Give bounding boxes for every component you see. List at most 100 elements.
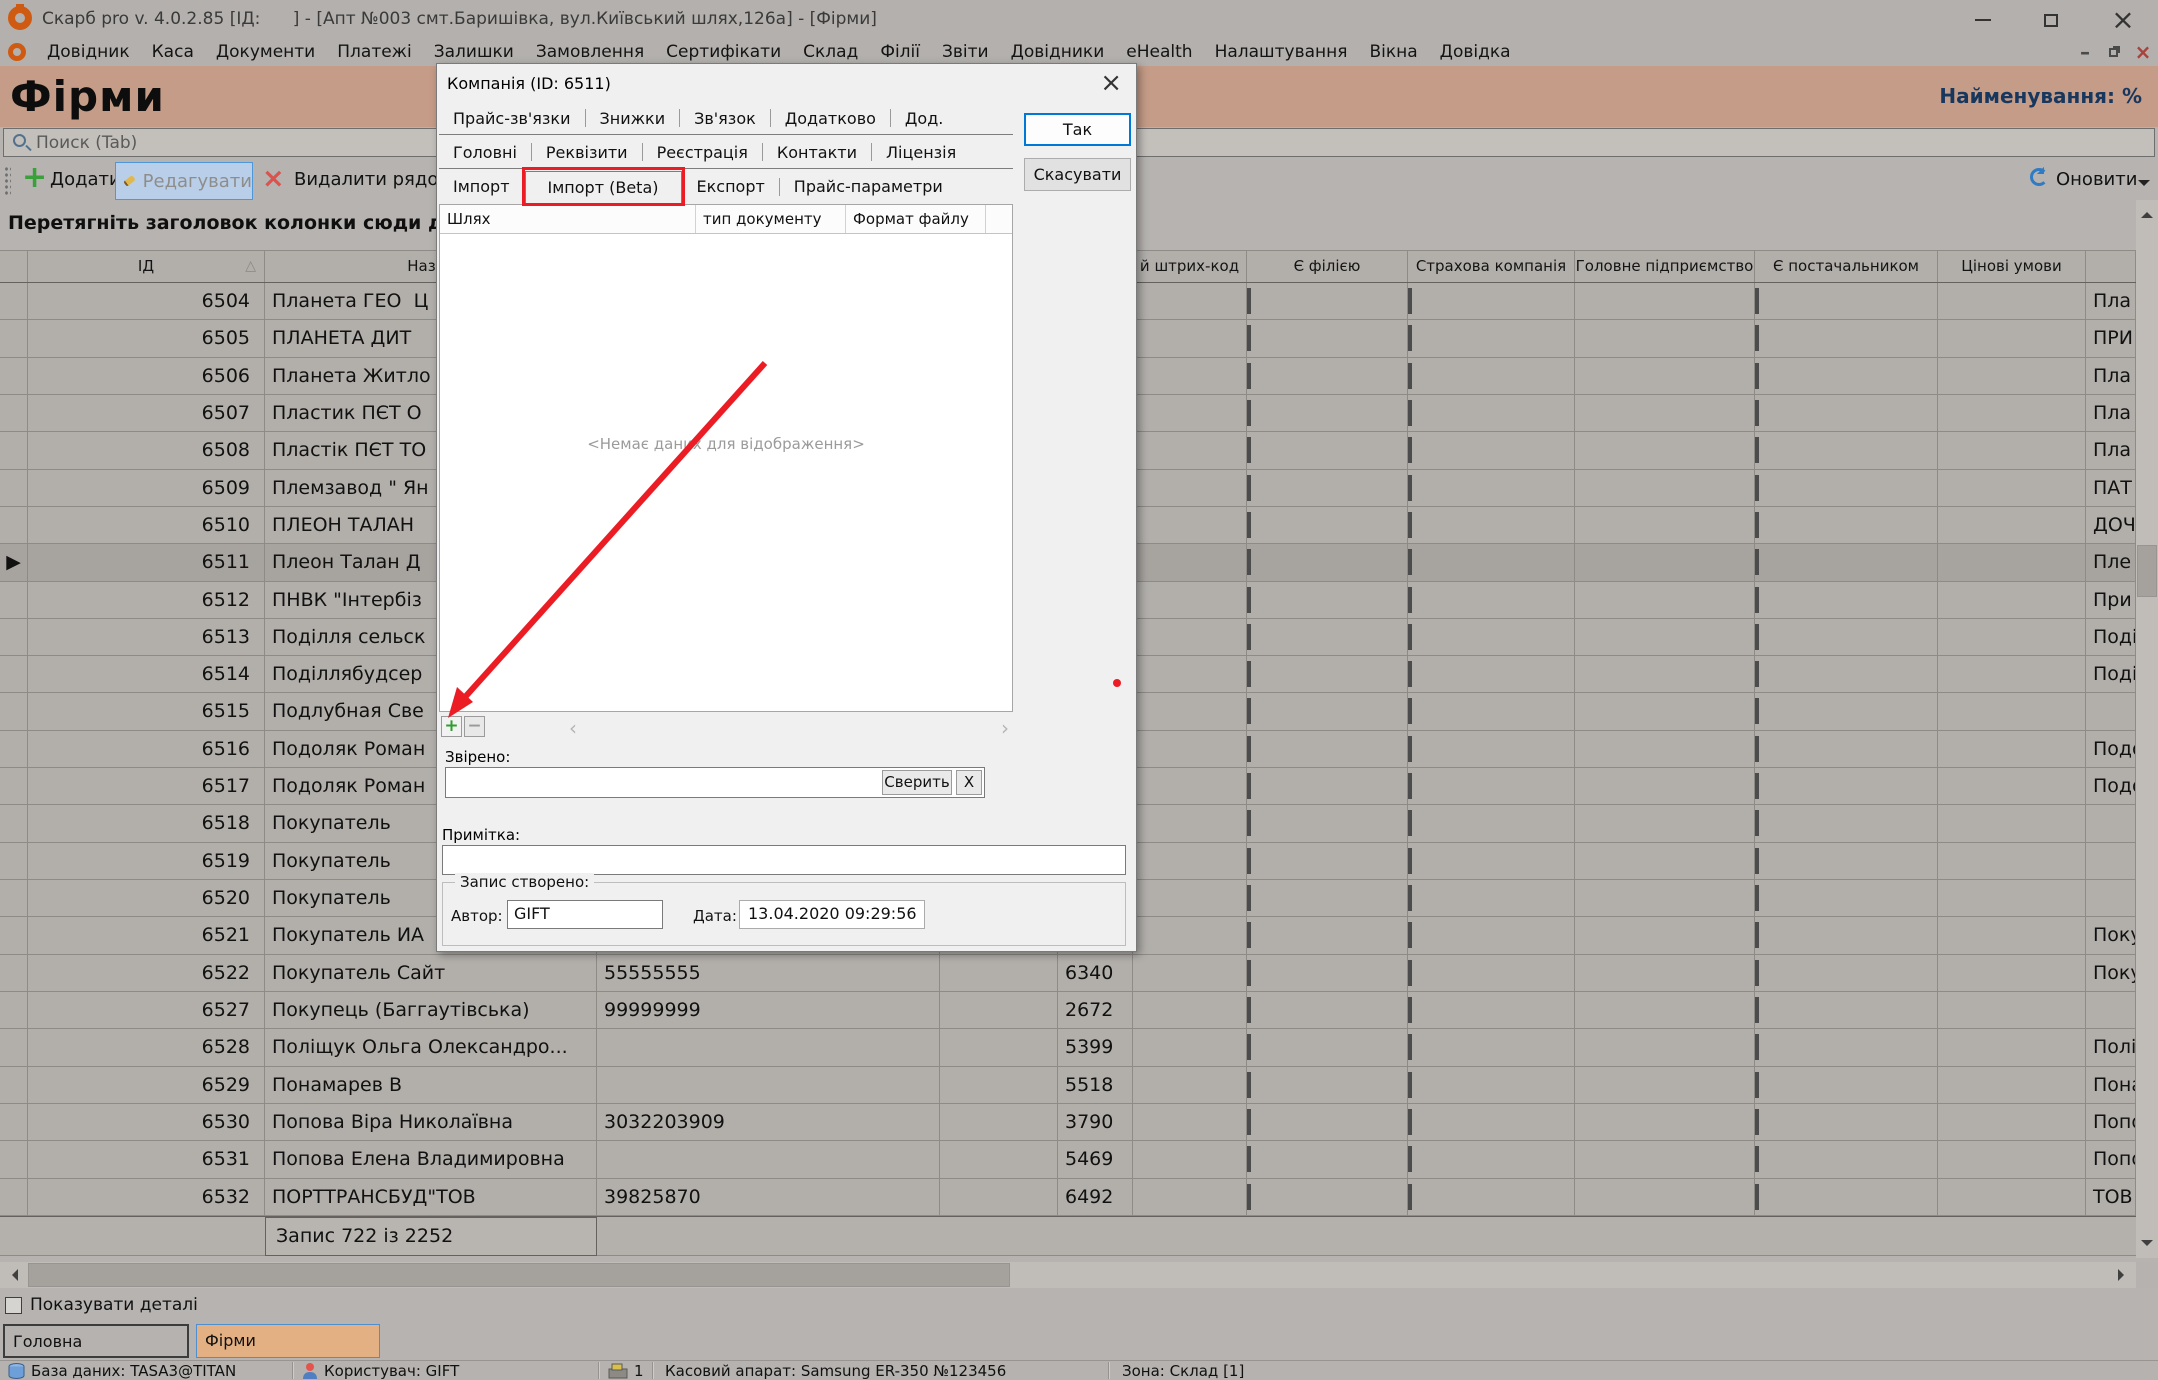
is-supplier-checkbox[interactable] [1755, 288, 1759, 314]
is-supplier-checkbox[interactable] [1755, 1184, 1759, 1210]
is-branch-checkbox[interactable] [1247, 1184, 1251, 1210]
is-supplier-checkbox[interactable] [1755, 475, 1759, 501]
insurance-checkbox[interactable] [1408, 437, 1412, 463]
show-details-checkbox[interactable] [5, 1297, 22, 1314]
insurance-checkbox[interactable] [1408, 363, 1412, 389]
date-input[interactable]: 13.04.2020 09:29:56 [739, 900, 925, 929]
tab-price-links[interactable]: Прайс-зв'язки [439, 104, 585, 133]
menu-dovidka[interactable]: Довідка [1429, 42, 1522, 62]
is-branch-checkbox[interactable] [1247, 848, 1251, 874]
author-input[interactable]: GIFT [507, 900, 663, 929]
insurance-checkbox[interactable] [1408, 997, 1412, 1023]
is-supplier-checkbox[interactable] [1755, 400, 1759, 426]
is-supplier-checkbox[interactable] [1755, 1109, 1759, 1135]
menu-dovidnyk[interactable]: Довідник [36, 42, 141, 62]
menu-zamovlennia[interactable]: Замовлення [525, 42, 655, 62]
is-supplier-checkbox[interactable] [1755, 698, 1759, 724]
is-branch-checkbox[interactable] [1247, 960, 1251, 986]
delete-row-button[interactable]: Видалити рядок [294, 169, 449, 190]
menu-sertyfikaty[interactable]: Сертифікати [655, 42, 792, 62]
insurance-checkbox[interactable] [1408, 512, 1412, 538]
insurance-checkbox[interactable] [1408, 885, 1412, 911]
tab-requisites[interactable]: Реквізити [532, 138, 642, 167]
menu-vikna[interactable]: Вікна [1358, 42, 1428, 62]
is-branch-checkbox[interactable] [1247, 624, 1251, 650]
tab-main-info[interactable]: Головні [439, 138, 531, 167]
menu-nalashtuvannia[interactable]: Налаштування [1204, 42, 1359, 62]
vertical-scroll-thumb[interactable] [2137, 545, 2157, 597]
is-branch-checkbox[interactable] [1247, 549, 1251, 575]
is-supplier-checkbox[interactable] [1755, 810, 1759, 836]
nav-next-icon[interactable]: › [1001, 716, 1009, 740]
header-is-branch[interactable]: Є філією [1247, 251, 1408, 282]
is-branch-checkbox[interactable] [1247, 587, 1251, 613]
column-doc-type[interactable]: тип документу [696, 205, 846, 233]
is-supplier-checkbox[interactable] [1755, 848, 1759, 874]
is-supplier-checkbox[interactable] [1755, 512, 1759, 538]
is-supplier-checkbox[interactable] [1755, 773, 1759, 799]
is-branch-checkbox[interactable] [1247, 1109, 1251, 1135]
is-branch-checkbox[interactable] [1247, 325, 1251, 351]
remove-row-button[interactable]: − [464, 716, 485, 737]
insurance-checkbox[interactable] [1408, 848, 1412, 874]
is-branch-checkbox[interactable] [1247, 698, 1251, 724]
is-supplier-checkbox[interactable] [1755, 922, 1759, 948]
is-supplier-checkbox[interactable] [1755, 997, 1759, 1023]
is-branch-checkbox[interactable] [1247, 437, 1251, 463]
edit-button[interactable]: Редагувати [115, 162, 253, 200]
insurance-checkbox[interactable] [1408, 549, 1412, 575]
insurance-checkbox[interactable] [1408, 922, 1412, 948]
is-branch-checkbox[interactable] [1247, 288, 1251, 314]
insurance-checkbox[interactable] [1408, 960, 1412, 986]
scroll-right-icon[interactable] [2112, 1263, 2136, 1287]
child-minimize-button[interactable]: – [2072, 42, 2098, 62]
header-id[interactable]: ІД△ [28, 251, 265, 282]
insurance-checkbox[interactable] [1408, 587, 1412, 613]
nav-prev-icon[interactable]: ‹ [569, 716, 577, 740]
child-restore-button[interactable] [2100, 42, 2126, 62]
header-insurance[interactable]: Страхова компанія [1408, 251, 1575, 282]
is-branch-checkbox[interactable] [1247, 922, 1251, 948]
insurance-checkbox[interactable] [1408, 475, 1412, 501]
insurance-checkbox[interactable] [1408, 288, 1412, 314]
cancel-button[interactable]: Скасувати [1024, 158, 1131, 191]
insurance-checkbox[interactable] [1408, 773, 1412, 799]
tab-contacts[interactable]: Контакти [763, 138, 871, 167]
is-supplier-checkbox[interactable] [1755, 587, 1759, 613]
menu-dokumenty[interactable]: Документи [205, 42, 326, 62]
note-input[interactable] [442, 845, 1126, 875]
horizontal-scroll-thumb[interactable] [28, 1263, 1010, 1287]
scroll-up-icon[interactable] [2135, 200, 2158, 224]
insurance-checkbox[interactable] [1408, 1146, 1412, 1172]
is-branch-checkbox[interactable] [1247, 1034, 1251, 1060]
table-row[interactable]: 6529 Понамарев В 5518 Пона [0, 1067, 2136, 1104]
menu-zalyshky[interactable]: Залишки [423, 42, 525, 62]
tab-registration[interactable]: Реєстрація [643, 138, 762, 167]
menu-platezhi[interactable]: Платежі [326, 42, 422, 62]
minimize-button[interactable] [1966, 8, 2000, 32]
maximize-button[interactable] [2034, 8, 2068, 32]
is-supplier-checkbox[interactable] [1755, 736, 1759, 762]
insurance-checkbox[interactable] [1408, 624, 1412, 650]
insurance-checkbox[interactable] [1408, 698, 1412, 724]
tab-export[interactable]: Експорт [683, 172, 779, 201]
dialog-close-icon[interactable]: × [1100, 68, 1122, 98]
scroll-left-icon[interactable] [0, 1263, 24, 1287]
table-row[interactable]: 6530 Попова Віра Николаївна 3032203909 3… [0, 1104, 2136, 1141]
is-branch-checkbox[interactable] [1247, 773, 1251, 799]
table-row[interactable]: 6532 ПОРТТРАНСБУД"ТОВ 39825870 6492 ТОВ [0, 1179, 2136, 1216]
is-supplier-checkbox[interactable] [1755, 1072, 1759, 1098]
add-row-button[interactable]: + [441, 716, 462, 737]
refresh-dropdown-caret-icon[interactable] [2138, 180, 2150, 192]
tab-dod[interactable]: Дод. [891, 104, 957, 133]
vertical-scrollbar[interactable] [2136, 200, 2158, 1258]
tab-additional[interactable]: Додатково [771, 104, 890, 133]
insurance-checkbox[interactable] [1408, 400, 1412, 426]
tab-price-params[interactable]: Прайс-параметри [780, 172, 957, 201]
tab-discounts[interactable]: Знижки [586, 104, 680, 133]
is-branch-checkbox[interactable] [1247, 997, 1251, 1023]
table-row[interactable]: 6531 Попова Елена Владимировна 5469 Попо [0, 1141, 2136, 1178]
child-close-button[interactable]: × [2130, 42, 2156, 62]
menu-ehealth[interactable]: eHealth [1115, 42, 1203, 62]
is-branch-checkbox[interactable] [1247, 512, 1251, 538]
